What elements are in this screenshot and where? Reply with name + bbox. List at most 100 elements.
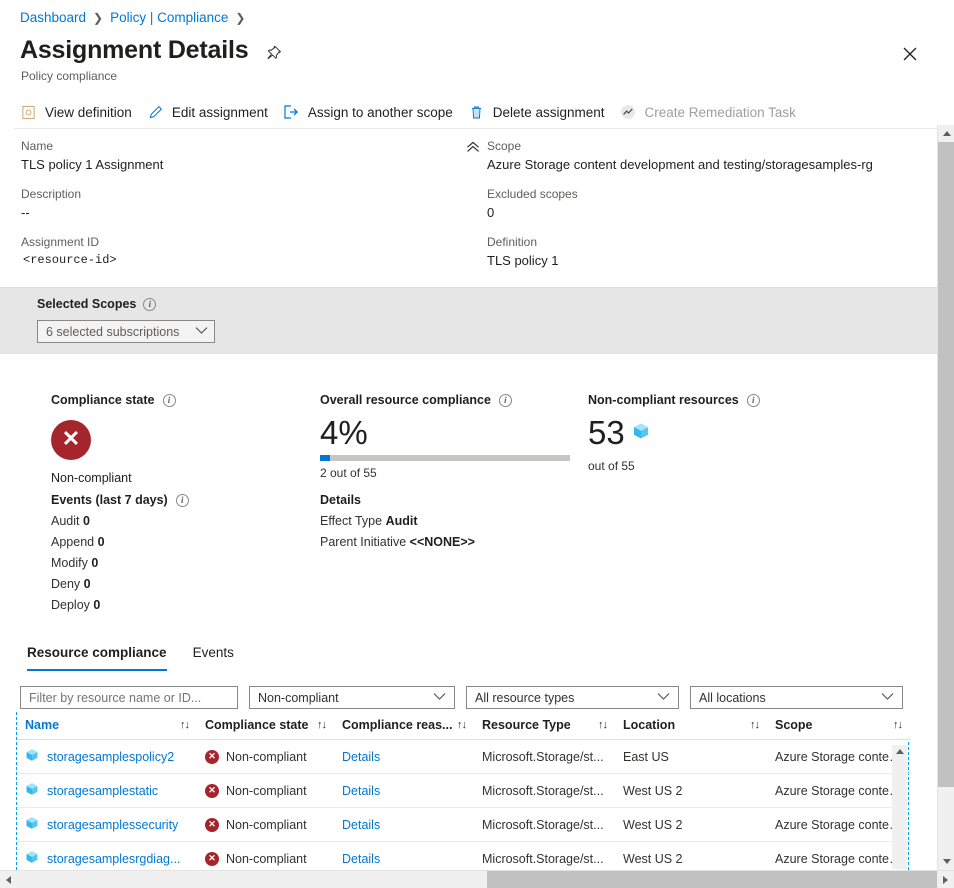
scroll-left-arrow-icon[interactable] bbox=[0, 871, 17, 888]
vertical-scrollbar-thumb[interactable] bbox=[938, 142, 954, 787]
column-label-resource-type: Resource Type bbox=[482, 718, 571, 732]
trash-icon bbox=[468, 104, 485, 121]
info-icon[interactable]: i bbox=[747, 394, 760, 407]
summary-tiles: Compliance state i ✕ Non-compliant Event… bbox=[0, 375, 937, 625]
page-vertical-scrollbar[interactable] bbox=[937, 125, 954, 870]
assignment-id-value: <resource-id> bbox=[21, 251, 461, 270]
tab-bar: Resource compliance Events bbox=[27, 645, 234, 671]
column-label-location: Location bbox=[623, 718, 675, 732]
cell-location: West US 2 bbox=[615, 774, 767, 808]
breadcrumb-separator-icon: ❯ bbox=[93, 11, 103, 25]
table-row[interactable]: storagesamplestatic✕Non-compliantDetails… bbox=[17, 774, 910, 808]
error-circle-icon: ✕ bbox=[51, 420, 91, 460]
chevron-double-up-icon[interactable] bbox=[462, 137, 484, 157]
scope-value: Azure Storage content development and te… bbox=[487, 155, 927, 174]
create-remediation-task-label: Create Remediation Task bbox=[645, 105, 796, 120]
scope-label: Scope bbox=[487, 138, 927, 155]
edit-assignment-button[interactable]: Edit assignment bbox=[145, 102, 281, 123]
sort-updown-icon: ↑↓ bbox=[317, 719, 326, 731]
tab-resource-compliance[interactable]: Resource compliance bbox=[27, 645, 167, 671]
filter-bar: Non-compliant All resource types All loc… bbox=[20, 686, 903, 709]
tab-events[interactable]: Events bbox=[193, 645, 234, 671]
page-horizontal-scrollbar[interactable] bbox=[0, 870, 954, 888]
column-header-compliance-reason[interactable]: Compliance reas... ↑↓ bbox=[334, 712, 474, 740]
create-remediation-task-button: Create Remediation Task bbox=[618, 102, 809, 123]
sort-updown-icon: ↑↓ bbox=[750, 719, 759, 731]
column-header-resource-type[interactable]: Resource Type ↑↓ bbox=[474, 712, 615, 740]
cell-scope: Azure Storage content d bbox=[767, 774, 910, 808]
details-left-column: Name TLS policy 1 Assignment Description… bbox=[21, 138, 461, 270]
resource-name-link[interactable]: storagesamplestatic bbox=[47, 784, 158, 798]
compliance-reason-link[interactable]: Details bbox=[342, 852, 380, 866]
non-compliant-title: Non-compliant resources bbox=[588, 393, 739, 407]
cell-name[interactable]: storagesamplestatic bbox=[17, 774, 197, 808]
assign-to-another-scope-label: Assign to another scope bbox=[308, 105, 453, 120]
scroll-up-arrow-icon[interactable] bbox=[896, 749, 904, 754]
resource-name-link[interactable]: storagesamplessecurity bbox=[47, 818, 178, 832]
cell-compliance-reason[interactable]: Details bbox=[334, 808, 474, 842]
cell-compliance-reason[interactable]: Details bbox=[334, 774, 474, 808]
definition-value: TLS policy 1 bbox=[487, 251, 927, 270]
event-label-deploy: Deploy bbox=[51, 598, 90, 612]
scroll-up-arrow-icon[interactable] bbox=[938, 125, 954, 142]
resource-name-link[interactable]: storagesamplespolicy2 bbox=[47, 750, 174, 764]
info-icon[interactable]: i bbox=[163, 394, 176, 407]
table-row[interactable]: storagesamplessecurity✕Non-compliantDeta… bbox=[17, 808, 910, 842]
compliance-state-text: Non-compliant bbox=[226, 750, 307, 764]
pin-icon[interactable] bbox=[264, 40, 281, 62]
breadcrumb-item-dashboard[interactable]: Dashboard bbox=[20, 10, 86, 25]
breadcrumb-item-policy-compliance[interactable]: Policy | Compliance bbox=[110, 10, 228, 25]
compliance-reason-link[interactable]: Details bbox=[342, 784, 380, 798]
column-label-compliance-state: Compliance state bbox=[205, 718, 309, 732]
scroll-right-arrow-icon[interactable] bbox=[937, 871, 954, 888]
compliance-state-filter[interactable]: Non-compliant bbox=[249, 686, 455, 709]
non-compliant-title-row: Non-compliant resources i bbox=[588, 393, 888, 407]
error-circle-icon: ✕ bbox=[205, 818, 219, 832]
assign-to-another-scope-button[interactable]: Assign to another scope bbox=[281, 102, 466, 123]
selected-scopes-label-row: Selected Scopes i bbox=[37, 297, 156, 311]
events-title: Events (last 7 days) bbox=[51, 493, 168, 507]
delete-assignment-button[interactable]: Delete assignment bbox=[466, 102, 618, 123]
column-header-name[interactable]: Name ↑↓ bbox=[17, 712, 197, 740]
table-vertical-scrollbar[interactable] bbox=[892, 745, 907, 869]
close-icon[interactable] bbox=[894, 38, 926, 70]
cell-scope: Azure Storage content d bbox=[767, 740, 910, 774]
compliance-reason-link[interactable]: Details bbox=[342, 818, 380, 832]
cell-compliance-state: ✕Non-compliant bbox=[197, 740, 334, 774]
definition-label: Definition bbox=[487, 234, 927, 251]
delete-assignment-label: Delete assignment bbox=[493, 105, 605, 120]
column-header-compliance-state[interactable]: Compliance state ↑↓ bbox=[197, 712, 334, 740]
azure-resource-cube-icon bbox=[632, 422, 650, 445]
column-header-location[interactable]: Location ↑↓ bbox=[615, 712, 767, 740]
chart-line-icon bbox=[620, 104, 637, 121]
horizontal-scrollbar-thumb[interactable] bbox=[487, 871, 937, 888]
info-icon[interactable]: i bbox=[499, 394, 512, 407]
overall-compliance-progress-fill bbox=[320, 455, 330, 461]
azure-resource-cube-icon bbox=[25, 816, 39, 833]
view-definition-button[interactable]: View definition bbox=[18, 102, 145, 123]
cell-location: East US bbox=[615, 740, 767, 774]
event-value-audit: 0 bbox=[83, 514, 90, 528]
cell-name[interactable]: storagesamplessecurity bbox=[17, 808, 197, 842]
selected-scopes-value: 6 selected subscriptions bbox=[46, 325, 179, 339]
cell-resource-type: Microsoft.Storage/st... bbox=[474, 774, 615, 808]
sort-updown-icon: ↑↓ bbox=[457, 719, 466, 731]
location-filter[interactable]: All locations bbox=[690, 686, 903, 709]
info-icon[interactable]: i bbox=[143, 298, 156, 311]
details-right-column: Scope Azure Storage content development … bbox=[487, 138, 927, 270]
search-input[interactable] bbox=[20, 686, 238, 709]
cell-compliance-reason[interactable]: Details bbox=[334, 740, 474, 774]
cell-resource-type: Microsoft.Storage/st... bbox=[474, 740, 615, 774]
compliance-reason-link[interactable]: Details bbox=[342, 750, 380, 764]
column-header-scope[interactable]: Scope ↑↓ bbox=[767, 712, 910, 740]
error-circle-icon: ✕ bbox=[205, 852, 219, 866]
info-icon[interactable]: i bbox=[176, 494, 189, 507]
selected-scopes-dropdown[interactable]: 6 selected subscriptions bbox=[37, 320, 215, 343]
assignment-details-page: Dashboard ❯ Policy | Compliance ❯ Assign… bbox=[0, 0, 954, 888]
resource-type-filter[interactable]: All resource types bbox=[466, 686, 679, 709]
scroll-down-arrow-icon[interactable] bbox=[938, 853, 954, 870]
page-title: Assignment Details bbox=[20, 36, 248, 65]
resource-name-link[interactable]: storagesamplesrgdiag... bbox=[47, 852, 180, 866]
table-row[interactable]: storagesamplespolicy2 ✕Non-compliant Detai… bbox=[17, 740, 910, 774]
cell-name[interactable]: storagesamplespolicy2 bbox=[17, 740, 197, 774]
